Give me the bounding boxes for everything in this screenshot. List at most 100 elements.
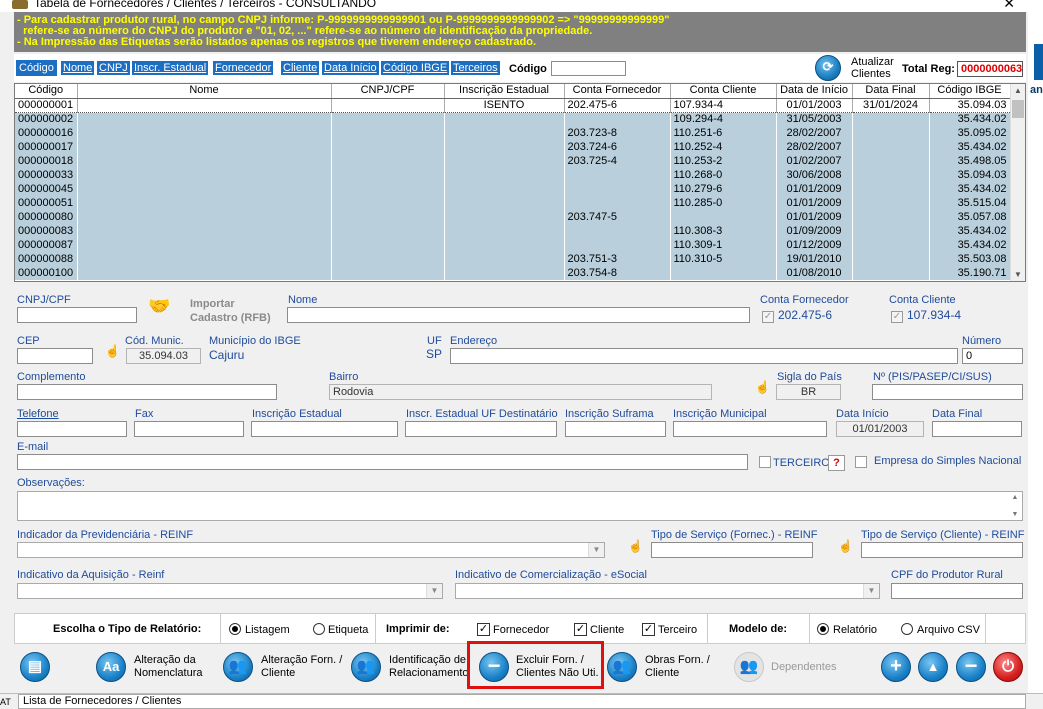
search-input[interactable] [551, 61, 626, 76]
table-row[interactable]: 000000002 109.294-4 31/05/2003 35.434.02 [15, 112, 1011, 126]
refresh-button[interactable]: ⟳ [815, 55, 841, 81]
column-header[interactable]: Data Final [852, 84, 930, 99]
tipo-servico-fornec-input[interactable] [651, 542, 813, 558]
alteracao-nomenclatura-label-1[interactable]: Alteração da [134, 654, 196, 667]
cpf-produtor-input[interactable] [891, 583, 1023, 599]
identificacao-label-1[interactable]: Identificação de [389, 654, 466, 667]
tab-codigo-ibge[interactable]: Código IBGE [380, 60, 451, 76]
column-header[interactable]: CNPJ/CPF [331, 84, 445, 99]
telefone-input[interactable] [17, 421, 127, 437]
tab-terceiros[interactable]: Terceiros [450, 60, 501, 76]
alteracao-nomenclatura-label-2[interactable]: Nomenclatura [134, 667, 202, 680]
table-row[interactable]: 000000080 203.747-5 01/01/2009 35.057.08 [15, 210, 1011, 224]
obras-button[interactable]: 👥 [607, 652, 637, 682]
indicativo-aquisicao-select[interactable]: ▼ [17, 583, 443, 599]
column-header[interactable]: Código IBGE [929, 84, 1011, 99]
table-row[interactable]: 000000088 203.751-3 110.310-5 19/01/2010 35.… [15, 252, 1011, 266]
obras-label-2[interactable]: Cliente [645, 667, 679, 680]
alteracao-forn-cliente-button[interactable]: 👥 [223, 652, 253, 682]
cep-input[interactable] [17, 348, 93, 364]
table-cell [564, 112, 671, 126]
im-input[interactable] [673, 421, 827, 437]
grid-vertical-scrollbar[interactable]: ▲ ▼ [1010, 84, 1025, 281]
table-row[interactable]: 000000045 110.279-6 01/01/2009 35.434.02 [15, 182, 1011, 196]
table-row[interactable]: 000000017 203.724-6 110.252-4 28/02/2007 35.… [15, 140, 1011, 154]
exit-button[interactable]: ⏻ [993, 652, 1023, 682]
column-header[interactable]: Conta Cliente [670, 84, 777, 99]
print-button[interactable]: ▤ [20, 652, 50, 682]
email-input[interactable] [17, 454, 748, 470]
alteracao-nomenclatura-button[interactable]: Aa [96, 652, 126, 682]
cliente-checkbox[interactable]: ✓ [574, 623, 587, 636]
etiqueta-radio[interactable] [313, 623, 325, 635]
alteracao-forn-cliente-label-2[interactable]: Cliente [261, 667, 295, 680]
close-icon[interactable]: ✕ [1003, 0, 1015, 12]
column-header[interactable]: Data de Início [776, 84, 853, 99]
observacoes-textarea[interactable]: ▲ ▼ [17, 491, 1023, 521]
obs-scroll-down-icon[interactable]: ▼ [1009, 511, 1021, 518]
obs-scroll-up-icon[interactable]: ▲ [1009, 494, 1021, 501]
endereco-input[interactable] [450, 348, 958, 364]
add-button[interactable]: + [881, 652, 911, 682]
ie-uf-input[interactable] [405, 421, 557, 437]
import-rfb-label-1[interactable]: Importar [190, 298, 235, 310]
table-row[interactable]: 000000001 ISENTO 202.475-6 107.934-4 01/01/2… [15, 98, 1011, 113]
table-row[interactable]: 000000018 203.725-4 110.253-2 01/02/2007 35.… [15, 154, 1011, 168]
tab-cliente[interactable]: Cliente [280, 60, 321, 76]
column-header[interactable]: Inscrição Estadual [444, 84, 565, 99]
nome-input[interactable] [287, 307, 750, 323]
complemento-input[interactable] [17, 384, 277, 400]
table-row[interactable]: 000000100 203.754-8 01/08/2010 35.190.71 [15, 266, 1011, 280]
tab-fornecedor[interactable]: Fornecedor [212, 60, 275, 76]
up-button[interactable]: ▲ [918, 652, 948, 682]
remove-button[interactable]: − [956, 652, 986, 682]
obras-label-1[interactable]: Obras Forn. / [645, 654, 710, 667]
scroll-up-icon[interactable]: ▲ [1014, 86, 1022, 95]
indicativo-comercializacao-select[interactable]: ▼ [455, 583, 880, 599]
import-rfb-label-2[interactable]: Cadastro (RFB) [190, 312, 271, 324]
tab-inscr-estadual[interactable]: Inscr. Estadual [131, 60, 210, 76]
table-row[interactable]: 000000087 110.309-1 01/12/2009 35.434.02 [15, 238, 1011, 252]
search-hand-icon-2[interactable]: ☝ [755, 381, 771, 393]
identificacao-label-2[interactable]: Relacionamento [389, 667, 469, 680]
table-row[interactable]: 000000083 110.308-3 01/09/2009 35.434.02 [15, 224, 1011, 238]
tab-codigo[interactable]: Código [16, 60, 57, 76]
table-cell [852, 140, 930, 154]
alteracao-forn-cliente-label-1[interactable]: Alteração Forn. / [261, 654, 342, 667]
records-grid[interactable]: Código Nome CNPJ/CPF Inscrição Estadual Cont… [14, 83, 1026, 282]
arquivo-csv-radio[interactable] [901, 623, 913, 635]
listagem-radio[interactable] [229, 623, 241, 635]
handshake-icon[interactable]: 🤝 [148, 297, 174, 320]
tab-data-inicio[interactable]: Data Início [321, 60, 380, 76]
simples-nacional-checkbox[interactable] [855, 456, 867, 468]
column-header[interactable]: Código [15, 84, 78, 99]
terceiro-print-checkbox[interactable]: ✓ [642, 623, 655, 636]
terceiro-checkbox[interactable] [759, 456, 771, 468]
tab-nome[interactable]: Nome [60, 60, 96, 76]
tipo-servico-cliente-input[interactable] [861, 542, 1023, 558]
table-row[interactable]: 000000051 110.285-0 01/01/2009 35.515.04 [15, 196, 1011, 210]
relatorio-radio[interactable] [817, 623, 829, 635]
identificacao-button[interactable]: 👥 [351, 652, 381, 682]
column-header[interactable]: Conta Fornecedor [564, 84, 671, 99]
fax-input[interactable] [134, 421, 244, 437]
search-hand-icon[interactable]: ☝ [105, 345, 121, 357]
table-row[interactable]: 000000033 110.268-0 30/06/2008 35.094.03 [15, 168, 1011, 182]
ie-input[interactable] [251, 421, 398, 437]
nis-input[interactable] [872, 384, 1023, 400]
search-hand-icon-3[interactable]: ☝ [628, 540, 644, 552]
scroll-down-icon[interactable]: ▼ [1014, 270, 1022, 279]
fornecedor-checkbox[interactable]: ✓ [477, 623, 490, 636]
cnpj-input[interactable] [17, 307, 137, 323]
suframa-input[interactable] [565, 421, 666, 437]
column-header[interactable]: Nome [77, 84, 332, 99]
numero-input[interactable]: 0 [962, 348, 1023, 364]
table-cell: 110.310-5 [670, 252, 777, 266]
search-hand-icon-4[interactable]: ☝ [838, 540, 854, 552]
indicador-previdenciaria-select[interactable]: ▼ [17, 542, 605, 558]
tab-cnpj[interactable]: CNPJ [96, 60, 131, 76]
help-button[interactable]: ? [828, 455, 845, 471]
scroll-thumb[interactable] [1012, 100, 1024, 118]
data-final-input[interactable] [932, 421, 1022, 437]
table-row[interactable]: 000000016 203.723-8 110.251-6 28/02/2007 35.… [15, 126, 1011, 140]
